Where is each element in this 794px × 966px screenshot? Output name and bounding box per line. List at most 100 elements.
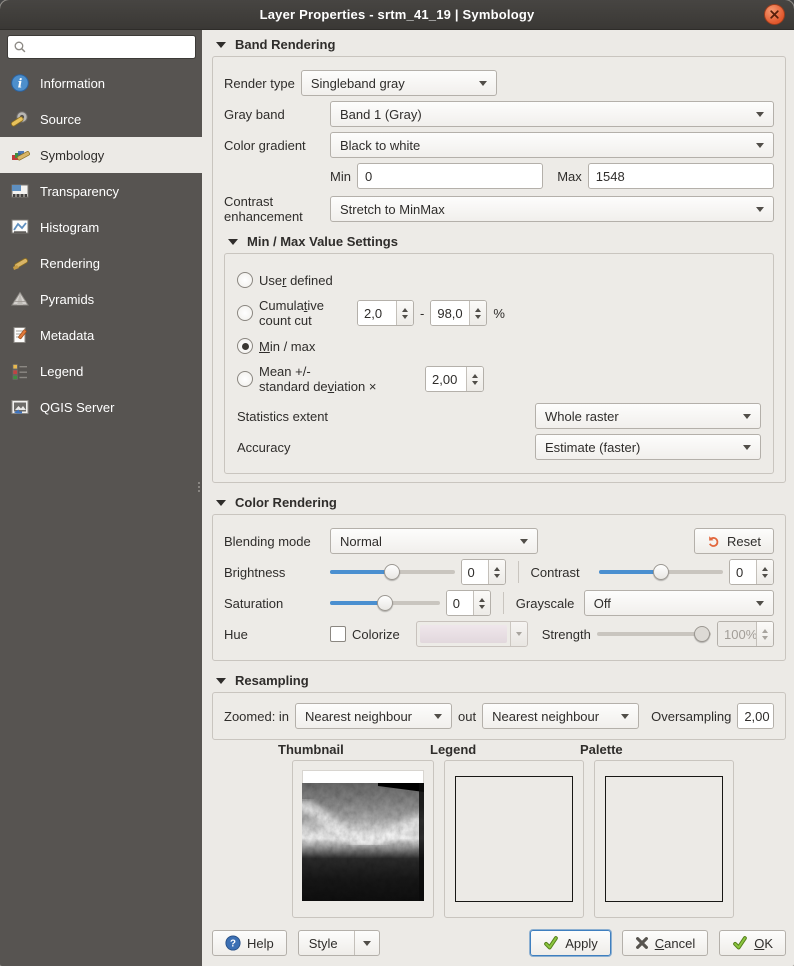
gray-band-combo[interactable]: Band 1 (Gray) (330, 101, 774, 127)
saturation-spinbox[interactable]: 0 (446, 590, 491, 616)
contrast-spinbox[interactable]: 0 (729, 559, 774, 585)
statistics-extent-combo[interactable]: Whole raster (535, 403, 761, 429)
sidebar-item-information[interactable]: i Information (0, 65, 202, 101)
sidebar-item-symbology[interactable]: Symbology (0, 137, 202, 173)
style-button[interactable]: Style (298, 930, 380, 956)
color-rendering-header[interactable]: Color Rendering (216, 495, 784, 510)
thumbnail-box (292, 760, 434, 918)
titlebar[interactable]: Layer Properties - srtm_41_19 | Symbolog… (0, 0, 794, 30)
min-input[interactable]: 0 (357, 163, 543, 189)
minmax-settings-header[interactable]: Min / Max Value Settings (228, 234, 772, 249)
sidebar-item-metadata[interactable]: Metadata (0, 317, 202, 353)
rendering-icon (9, 252, 31, 274)
sidebar-search[interactable] (7, 35, 196, 59)
zoomed-out-label: out (458, 709, 476, 724)
user-defined-radio[interactable] (237, 272, 253, 288)
chevron-down-icon (479, 81, 487, 86)
minmax-settings-collapse-icon[interactable] (228, 239, 238, 245)
transparency-icon (9, 180, 31, 202)
user-defined-label: User defined (259, 273, 333, 288)
color-swatch (420, 625, 507, 643)
grayscale-combo[interactable]: Off (584, 590, 774, 616)
sidebar-item-legend[interactable]: Legend (0, 353, 202, 389)
strength-spinbox[interactable]: 100% (717, 621, 774, 647)
thumbnail-label: Thumbnail (278, 742, 434, 757)
colorize-color-button[interactable] (416, 621, 528, 647)
splitter-handle[interactable] (197, 482, 201, 498)
spin-buttons[interactable] (488, 560, 505, 584)
spin-buttons[interactable] (466, 367, 483, 391)
sidebar-item-histogram[interactable]: Histogram (0, 209, 202, 245)
band-rendering-collapse-icon[interactable] (216, 42, 226, 48)
style-menu-arrow[interactable] (354, 931, 379, 955)
mean-stddev-radio[interactable] (237, 371, 253, 387)
qgis-server-icon (9, 396, 31, 418)
window-title: Layer Properties - srtm_41_19 | Symbolog… (260, 7, 535, 22)
accuracy-label: Accuracy (237, 440, 529, 455)
reset-icon (707, 534, 721, 548)
mean-stddev-label: Mean +/- standard deviation × (259, 364, 419, 394)
close-button[interactable] (764, 4, 785, 25)
search-input[interactable] (31, 39, 190, 55)
blending-mode-combo[interactable]: Normal (330, 528, 538, 554)
spin-buttons[interactable] (756, 622, 773, 646)
color-gradient-combo[interactable]: Black to white (330, 132, 774, 158)
minmax-settings-group: User defined Cumulative count cut 2,0 - (224, 253, 774, 474)
resampling-header[interactable]: Resampling (216, 673, 784, 688)
help-button[interactable]: ? Help (212, 930, 287, 956)
render-type-combo[interactable]: Singleband gray (301, 70, 497, 96)
saturation-slider[interactable] (330, 595, 440, 611)
contrast-slider[interactable] (599, 564, 724, 580)
check-icon (543, 935, 559, 951)
resampling-group: Zoomed: in Nearest neighbour out Nearest… (212, 692, 786, 740)
band-rendering-group: Render type Singleband gray Gray band Ba… (212, 56, 786, 483)
strength-label: Strength (542, 627, 591, 642)
palette-label: Palette (580, 742, 734, 757)
palette-area (605, 776, 723, 902)
mean-stddev-spinbox[interactable]: 2,00 (425, 366, 484, 392)
symbology-icon (9, 144, 31, 166)
sidebar-item-pyramids[interactable]: Pyramids (0, 281, 202, 317)
spin-buttons[interactable] (469, 301, 486, 325)
strength-slider[interactable] (597, 626, 711, 642)
brightness-slider[interactable] (330, 564, 455, 580)
histogram-icon (9, 216, 31, 238)
x-icon (635, 936, 649, 950)
colorize-checkbox[interactable] (330, 626, 346, 642)
thumbnail-image (302, 783, 424, 901)
spin-buttons[interactable] (756, 560, 773, 584)
sidebar: i Information Source Symbology Transpare… (0, 30, 202, 966)
brightness-spinbox[interactable]: 0 (461, 559, 506, 585)
pyramids-icon (9, 288, 31, 310)
resampling-collapse-icon[interactable] (216, 678, 226, 684)
min-max-radio[interactable] (237, 338, 253, 354)
sidebar-item-rendering[interactable]: Rendering (0, 245, 202, 281)
zoomed-in-combo[interactable]: Nearest neighbour (295, 703, 452, 729)
sidebar-item-qgis-server[interactable]: QGIS Server (0, 389, 202, 425)
cumulative-from-spinbox[interactable]: 2,0 (357, 300, 414, 326)
accuracy-combo[interactable]: Estimate (faster) (535, 434, 761, 460)
zoomed-out-combo[interactable]: Nearest neighbour (482, 703, 639, 729)
cumulative-cut-label: Cumulative count cut (259, 298, 351, 328)
reset-button[interactable]: Reset (694, 528, 774, 554)
oversampling-spinbox[interactable]: 2,00 (737, 703, 774, 729)
chevron-down-icon (510, 622, 527, 646)
color-rendering-collapse-icon[interactable] (216, 500, 226, 506)
sidebar-item-source[interactable]: Source (0, 101, 202, 137)
chevron-down-icon (520, 539, 528, 544)
apply-button[interactable]: Apply (530, 930, 611, 956)
spin-buttons[interactable] (396, 301, 413, 325)
max-input[interactable]: 1548 (588, 163, 774, 189)
cumulative-to-spinbox[interactable]: 98,0 (430, 300, 487, 326)
contrast-enhancement-combo[interactable]: Stretch to MinMax (330, 196, 774, 222)
chevron-down-icon (756, 601, 764, 606)
band-rendering-header[interactable]: Band Rendering (216, 37, 784, 52)
color-rendering-group: Blending mode Normal Reset (212, 514, 786, 661)
sidebar-item-transparency[interactable]: Transparency (0, 173, 202, 209)
oversampling-label: Oversampling (651, 709, 731, 724)
cancel-button[interactable]: Cancel (622, 930, 708, 956)
spin-buttons[interactable] (473, 591, 490, 615)
ok-button[interactable]: OK (719, 930, 786, 956)
percent-label: % (493, 306, 505, 321)
cumulative-cut-radio[interactable] (237, 305, 253, 321)
